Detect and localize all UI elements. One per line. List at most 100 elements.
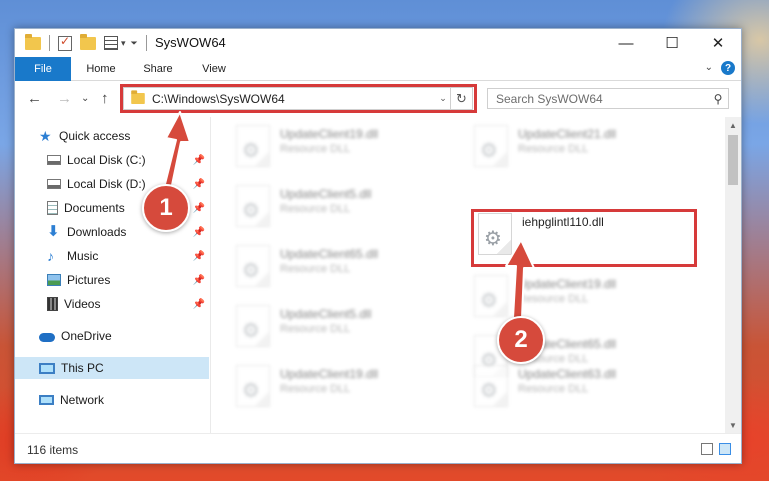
address-highlight-box xyxy=(120,84,477,113)
file-name: UpdateClient5.dll xyxy=(280,187,372,201)
dll-file-icon xyxy=(474,365,508,407)
drive-icon xyxy=(47,179,61,189)
scroll-down-icon[interactable]: ▼ xyxy=(725,417,741,433)
address-row: ← → ⌄ ↑ C:\Windows\SysWOW64 ⌄ ↻ Search S… xyxy=(15,81,741,117)
pictures-icon xyxy=(47,274,61,286)
expand-ribbon-icon[interactable]: ⌄ xyxy=(705,62,713,73)
pin-icon[interactable]: 📌 xyxy=(193,299,205,310)
properties-check-icon[interactable] xyxy=(58,34,72,51)
step-1-callout: 1 xyxy=(142,184,190,232)
tab-share[interactable]: Share xyxy=(135,57,181,81)
tab-home[interactable]: Home xyxy=(77,57,125,81)
file-item[interactable]: UpdateClient5.dll Resource DLL xyxy=(236,305,466,353)
music-icon: ♪ xyxy=(47,248,54,264)
file-type: Resource DLL xyxy=(280,263,351,275)
quick-access-toolbar: ▾ ⏷ xyxy=(25,33,147,52)
dll-file-icon xyxy=(236,185,270,227)
toolbar-dropdown-icon[interactable]: ▾ xyxy=(121,38,126,49)
file-name: UpdateClient5.dll xyxy=(280,307,372,321)
file-name: UpdateClient65.dll xyxy=(280,247,379,261)
search-icon[interactable]: ⚲ xyxy=(708,92,728,106)
dll-file-icon xyxy=(474,125,508,167)
dll-file-icon xyxy=(474,275,508,317)
file-type: Resource DLL xyxy=(280,323,351,335)
file-item[interactable]: UpdateClient5.dll Resource DLL xyxy=(236,185,466,233)
dll-file-icon xyxy=(236,245,270,287)
sidebar-item-label: This PC xyxy=(61,361,104,375)
pin-icon[interactable]: 📌 xyxy=(193,179,205,190)
tab-view[interactable]: View xyxy=(193,57,235,81)
file-item[interactable]: UpdateClient21.dll Resource DLL xyxy=(474,125,704,173)
scroll-thumb[interactable] xyxy=(728,135,738,185)
new-folder-icon[interactable] xyxy=(80,33,96,50)
file-name: UpdateClient19.dll xyxy=(518,277,617,291)
sidebar-item-label: Downloads xyxy=(67,225,127,239)
scroll-up-icon[interactable]: ▲ xyxy=(725,117,741,133)
drive-icon xyxy=(47,155,61,165)
file-item[interactable]: UpdateClient63.dll Resource DLL xyxy=(474,365,704,413)
sidebar-item-onedrive[interactable]: OneDrive xyxy=(15,325,209,347)
file-item[interactable]: UpdateClient19.dll Resource DLL xyxy=(474,275,704,323)
step-2-callout: 2 xyxy=(497,316,545,364)
toolbar-divider xyxy=(49,35,50,51)
file-name: UpdateClient19.dll xyxy=(280,127,379,141)
sidebar-item-label: Videos xyxy=(64,297,101,311)
file-highlight-box xyxy=(471,209,697,267)
documents-icon xyxy=(47,201,58,215)
large-icons-view-icon[interactable] xyxy=(719,443,731,455)
folder-icon xyxy=(25,33,41,50)
file-item[interactable]: UpdateClient65.dll Resource DLL xyxy=(236,245,466,293)
sidebar-item-label: Local Disk (C:) xyxy=(67,153,146,167)
file-item[interactable]: UpdateClient19.dll Resource DLL xyxy=(236,125,466,173)
sidebar-item-local-disk-c[interactable]: Local Disk (C:) 📌 xyxy=(15,149,209,171)
vertical-scrollbar[interactable]: ▲ ▼ xyxy=(725,117,741,433)
help-icon[interactable]: ? xyxy=(721,61,735,75)
sidebar-item-label: Network xyxy=(60,393,105,407)
maximize-button[interactable]: ☐ xyxy=(649,29,695,57)
sidebar-item-pictures[interactable]: Pictures 📌 xyxy=(15,269,209,291)
pin-icon[interactable]: 📌 xyxy=(193,275,205,286)
file-name: UpdateClient63.dll xyxy=(518,367,617,381)
file-name: UpdateClient21.dll xyxy=(518,127,617,141)
close-button[interactable]: ✕ xyxy=(695,29,741,57)
sidebar-item-music[interactable]: ♪ Music 📌 xyxy=(15,245,209,267)
sidebar-item-quick-access[interactable]: ★ Quick access xyxy=(15,125,209,147)
pin-icon[interactable]: 📌 xyxy=(193,203,205,214)
sidebar-item-label: Music xyxy=(67,249,99,263)
sidebar-item-label: Local Disk (D:) xyxy=(67,177,146,191)
explorer-window: ▾ ⏷ SysWOW64 — ☐ ✕ File Home Share View … xyxy=(14,28,742,464)
file-item[interactable]: UpdateClient19.dll Resource DLL xyxy=(236,365,466,413)
pin-icon[interactable]: 📌 xyxy=(193,251,205,262)
dll-file-icon xyxy=(236,305,270,347)
search-input[interactable]: Search SysWOW64 xyxy=(496,92,708,106)
tab-file[interactable]: File xyxy=(15,57,71,81)
computer-icon xyxy=(39,362,55,374)
videos-icon xyxy=(47,297,58,311)
view-options-icon[interactable] xyxy=(104,36,118,50)
customize-toolbar-icon[interactable]: ⏷ xyxy=(131,38,138,49)
cloud-icon xyxy=(39,332,55,342)
file-type: Resource DLL xyxy=(280,143,351,155)
file-list: UpdateClient19.dll Resource DLL UpdateCli… xyxy=(212,117,725,433)
file-type: Resource DLL xyxy=(280,203,351,215)
downloads-icon: ⬇ xyxy=(47,223,60,240)
sidebar-item-label: Documents xyxy=(64,201,125,215)
up-icon[interactable]: ↑ xyxy=(101,90,109,107)
sidebar-item-label: OneDrive xyxy=(61,329,112,343)
network-icon xyxy=(39,395,54,405)
sidebar-item-this-pc[interactable]: This PC xyxy=(15,357,209,379)
dll-file-icon xyxy=(236,125,270,167)
sidebar-item-videos[interactable]: Videos 📌 xyxy=(15,293,209,315)
sidebar-item-network[interactable]: Network xyxy=(15,389,209,411)
back-icon[interactable]: ← xyxy=(27,90,42,107)
details-view-icon[interactable] xyxy=(701,443,713,455)
window-title: SysWOW64 xyxy=(155,35,226,50)
pin-icon[interactable]: 📌 xyxy=(193,227,205,238)
recent-locations-icon[interactable]: ⌄ xyxy=(81,93,89,104)
ribbon: File Home Share View ⌄ ? xyxy=(15,57,741,81)
pin-icon[interactable]: 📌 xyxy=(193,155,205,166)
minimize-button[interactable]: — xyxy=(603,29,649,57)
forward-icon[interactable]: → xyxy=(57,90,72,107)
search-box[interactable]: Search SysWOW64 ⚲ xyxy=(487,88,729,109)
sidebar-item-label: Quick access xyxy=(59,129,131,143)
